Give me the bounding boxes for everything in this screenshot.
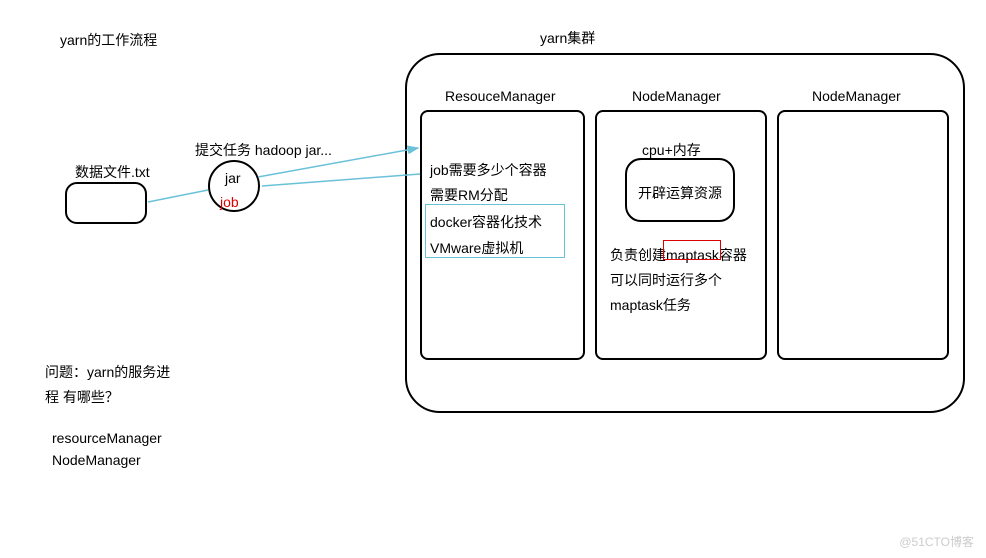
jar-label: jar — [225, 170, 241, 186]
rm-line3: docker容器化技术 — [430, 212, 542, 232]
answer-nm: NodeManager — [52, 452, 141, 468]
rm-line1: job需要多少个容器 — [430, 160, 547, 180]
rm-line4: VMware虚拟机 — [430, 238, 523, 258]
question-text: 问题：yarn的服务进程 有哪些？ — [45, 360, 175, 410]
cluster-title: yarn集群 — [540, 28, 595, 48]
cpu-inner-text: 开辟运算资源 — [638, 183, 722, 203]
submit-label: 提交任务 hadoop jar... — [195, 140, 332, 160]
rm-line2: 需要RM分配 — [430, 185, 508, 205]
maptask-highlight — [663, 240, 721, 260]
nm2-title: NodeManager — [812, 88, 901, 104]
data-file-box — [65, 182, 147, 224]
workflow-title: yarn的工作流程 — [60, 30, 157, 50]
rm-title: ResouceManager — [445, 88, 556, 104]
data-file-label: 数据文件.txt — [75, 162, 150, 182]
nm2-box — [777, 110, 949, 360]
cpu-label: cpu+内存 — [642, 140, 701, 160]
line-file-to-jar — [148, 190, 208, 202]
job-label: job — [220, 194, 239, 210]
nm1-line3: maptask任务 — [610, 295, 691, 315]
nm1-line2: 可以同时运行多个 — [610, 270, 722, 290]
nm1-title: NodeManager — [632, 88, 721, 104]
watermark: @51CTO博客 — [899, 533, 974, 550]
line-jar-to-rm-mid — [262, 174, 420, 186]
answer-rm: resourceManager — [52, 430, 162, 446]
